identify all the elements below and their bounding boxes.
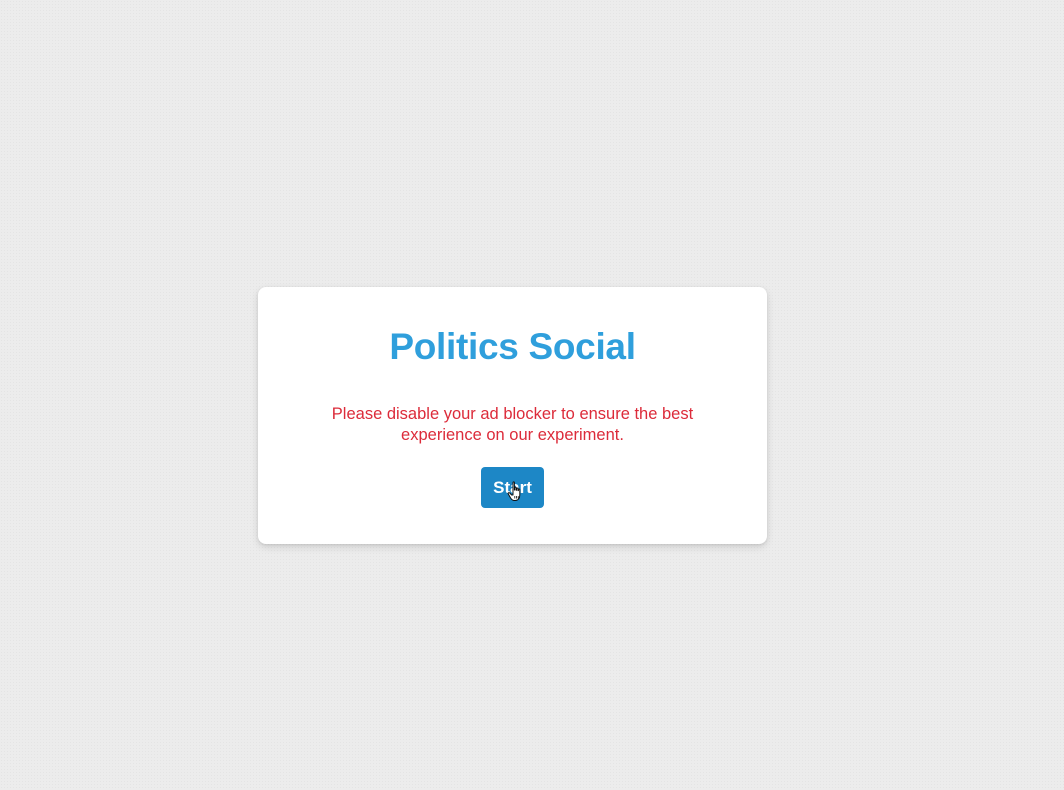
start-button[interactable]: Start bbox=[481, 467, 544, 508]
ad-blocker-notice: Please disable your ad blocker to ensure… bbox=[331, 405, 694, 444]
page-title: Politics Social bbox=[389, 326, 636, 367]
welcome-dialog: Politics Social Please disable your ad b… bbox=[258, 287, 767, 544]
